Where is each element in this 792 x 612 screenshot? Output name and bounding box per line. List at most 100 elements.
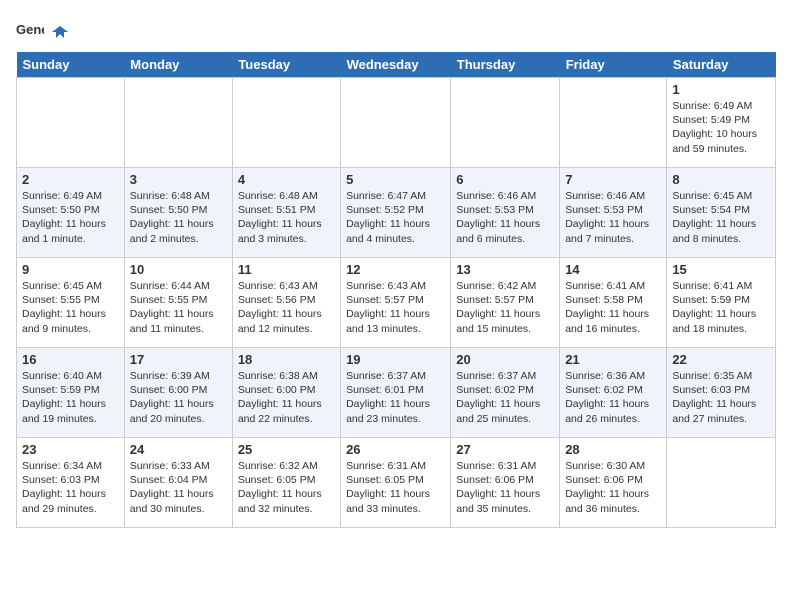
date-number: 4 [238,172,335,187]
date-number: 6 [456,172,554,187]
date-number: 9 [22,262,119,277]
calendar-cell: 19 Sunrise: 6:37 AM Sunset: 6:01 PM Dayli… [341,348,451,438]
cell-content: Sunrise: 6:43 AM Sunset: 5:57 PM Dayligh… [346,279,445,336]
calendar-cell: 21 Sunrise: 6:36 AM Sunset: 6:02 PM Dayli… [560,348,667,438]
date-number: 8 [672,172,770,187]
date-number: 15 [672,262,770,277]
date-number: 24 [130,442,227,457]
logo: General [16,16,70,44]
date-number: 28 [565,442,661,457]
cell-content: Sunrise: 6:45 AM Sunset: 5:55 PM Dayligh… [22,279,119,336]
cell-content: Sunrise: 6:35 AM Sunset: 6:03 PM Dayligh… [672,369,770,426]
calendar-header-row: SundayMondayTuesdayWednesdayThursdayFrid… [17,52,776,78]
day-header-tuesday: Tuesday [232,52,340,78]
date-number: 7 [565,172,661,187]
cell-content: Sunrise: 6:37 AM Sunset: 6:01 PM Dayligh… [346,369,445,426]
calendar-cell: 7 Sunrise: 6:46 AM Sunset: 5:53 PM Daylig… [560,168,667,258]
day-header-thursday: Thursday [451,52,560,78]
cell-content: Sunrise: 6:43 AM Sunset: 5:56 PM Dayligh… [238,279,335,336]
calendar-week-1: 1Sunrise: 6:49 AM Sunset: 5:49 PM Daylig… [17,78,776,168]
calendar-cell [560,78,667,168]
cell-content: Sunrise: 6:38 AM Sunset: 6:00 PM Dayligh… [238,369,335,426]
calendar-cell: 17Sunrise: 6:39 AM Sunset: 6:00 PM Dayli… [124,348,232,438]
day-header-monday: Monday [124,52,232,78]
date-number: 1 [672,82,770,97]
calendar-cell: 1Sunrise: 6:49 AM Sunset: 5:49 PM Daylig… [667,78,776,168]
cell-content: Sunrise: 6:41 AM Sunset: 5:58 PM Dayligh… [565,279,661,336]
calendar-cell [451,78,560,168]
cell-content: Sunrise: 6:45 AM Sunset: 5:54 PM Dayligh… [672,189,770,246]
cell-content: Sunrise: 6:40 AM Sunset: 5:59 PM Dayligh… [22,369,119,426]
calendar-table: SundayMondayTuesdayWednesdayThursdayFrid… [16,52,776,528]
date-number: 2 [22,172,119,187]
calendar-cell: 10 Sunrise: 6:44 AM Sunset: 5:55 PM Dayli… [124,258,232,348]
logo-bird-icon [50,22,70,42]
calendar-cell: 11 Sunrise: 6:43 AM Sunset: 5:56 PM Dayli… [232,258,340,348]
calendar-cell: 20Sunrise: 6:37 AM Sunset: 6:02 PM Dayli… [451,348,560,438]
day-header-wednesday: Wednesday [341,52,451,78]
calendar-cell: 2 Sunrise: 6:49 AM Sunset: 5:50 PM Daylig… [17,168,125,258]
date-number: 25 [238,442,335,457]
cell-content: Sunrise: 6:49 AM Sunset: 5:50 PM Dayligh… [22,189,119,246]
calendar-cell: 13 Sunrise: 6:42 AM Sunset: 5:57 PM Dayli… [451,258,560,348]
date-number: 26 [346,442,445,457]
date-number: 22 [672,352,770,367]
calendar-week-2: 2 Sunrise: 6:49 AM Sunset: 5:50 PM Daylig… [17,168,776,258]
calendar-cell: 27Sunrise: 6:31 AM Sunset: 6:06 PM Dayli… [451,438,560,528]
calendar-cell: 12 Sunrise: 6:43 AM Sunset: 5:57 PM Dayli… [341,258,451,348]
calendar-cell: 14 Sunrise: 6:41 AM Sunset: 5:58 PM Dayli… [560,258,667,348]
date-number: 19 [346,352,445,367]
date-number: 3 [130,172,227,187]
calendar-cell: 26 Sunrise: 6:31 AM Sunset: 6:05 PM Dayli… [341,438,451,528]
date-number: 13 [456,262,554,277]
calendar-cell: 25 Sunrise: 6:32 AM Sunset: 6:05 PM Dayli… [232,438,340,528]
cell-content: Sunrise: 6:32 AM Sunset: 6:05 PM Dayligh… [238,459,335,516]
date-number: 16 [22,352,119,367]
date-number: 12 [346,262,445,277]
cell-content: Sunrise: 6:33 AM Sunset: 6:04 PM Dayligh… [130,459,227,516]
header: General [16,16,776,44]
calendar-cell: 28 Sunrise: 6:30 AM Sunset: 6:06 PM Dayli… [560,438,667,528]
cell-content: Sunrise: 6:31 AM Sunset: 6:05 PM Dayligh… [346,459,445,516]
date-number: 18 [238,352,335,367]
day-header-saturday: Saturday [667,52,776,78]
date-number: 5 [346,172,445,187]
cell-content: Sunrise: 6:39 AM Sunset: 6:00 PM Dayligh… [130,369,227,426]
calendar-cell: 16 Sunrise: 6:40 AM Sunset: 5:59 PM Dayli… [17,348,125,438]
calendar-cell [667,438,776,528]
cell-content: Sunrise: 6:34 AM Sunset: 6:03 PM Dayligh… [22,459,119,516]
calendar-cell: 8 Sunrise: 6:45 AM Sunset: 5:54 PM Daylig… [667,168,776,258]
cell-content: Sunrise: 6:36 AM Sunset: 6:02 PM Dayligh… [565,369,661,426]
calendar-cell: 22 Sunrise: 6:35 AM Sunset: 6:03 PM Dayli… [667,348,776,438]
calendar-cell [17,78,125,168]
calendar-cell [341,78,451,168]
day-header-sunday: Sunday [17,52,125,78]
cell-content: Sunrise: 6:48 AM Sunset: 5:51 PM Dayligh… [238,189,335,246]
svg-text:General: General [16,22,44,37]
calendar-cell: 9 Sunrise: 6:45 AM Sunset: 5:55 PM Daylig… [17,258,125,348]
calendar-cell: 5 Sunrise: 6:47 AM Sunset: 5:52 PM Daylig… [341,168,451,258]
cell-content: Sunrise: 6:44 AM Sunset: 5:55 PM Dayligh… [130,279,227,336]
calendar-cell: 6Sunrise: 6:46 AM Sunset: 5:53 PM Daylig… [451,168,560,258]
cell-content: Sunrise: 6:31 AM Sunset: 6:06 PM Dayligh… [456,459,554,516]
cell-content: Sunrise: 6:37 AM Sunset: 6:02 PM Dayligh… [456,369,554,426]
cell-content: Sunrise: 6:41 AM Sunset: 5:59 PM Dayligh… [672,279,770,336]
calendar-cell: 4 Sunrise: 6:48 AM Sunset: 5:51 PM Daylig… [232,168,340,258]
cell-content: Sunrise: 6:48 AM Sunset: 5:50 PM Dayligh… [130,189,227,246]
date-number: 10 [130,262,227,277]
calendar-cell: 18 Sunrise: 6:38 AM Sunset: 6:00 PM Dayli… [232,348,340,438]
calendar-cell: 23Sunrise: 6:34 AM Sunset: 6:03 PM Dayli… [17,438,125,528]
calendar-week-3: 9 Sunrise: 6:45 AM Sunset: 5:55 PM Daylig… [17,258,776,348]
cell-content: Sunrise: 6:42 AM Sunset: 5:57 PM Dayligh… [456,279,554,336]
calendar-cell: 3 Sunrise: 6:48 AM Sunset: 5:50 PM Daylig… [124,168,232,258]
date-number: 14 [565,262,661,277]
cell-content: Sunrise: 6:46 AM Sunset: 5:53 PM Dayligh… [565,189,661,246]
cell-content: Sunrise: 6:47 AM Sunset: 5:52 PM Dayligh… [346,189,445,246]
date-number: 21 [565,352,661,367]
calendar-week-4: 16 Sunrise: 6:40 AM Sunset: 5:59 PM Dayli… [17,348,776,438]
calendar-cell: 15 Sunrise: 6:41 AM Sunset: 5:59 PM Dayli… [667,258,776,348]
calendar-week-5: 23Sunrise: 6:34 AM Sunset: 6:03 PM Dayli… [17,438,776,528]
logo-icon: General [16,16,44,44]
date-number: 11 [238,262,335,277]
cell-content: Sunrise: 6:30 AM Sunset: 6:06 PM Dayligh… [565,459,661,516]
